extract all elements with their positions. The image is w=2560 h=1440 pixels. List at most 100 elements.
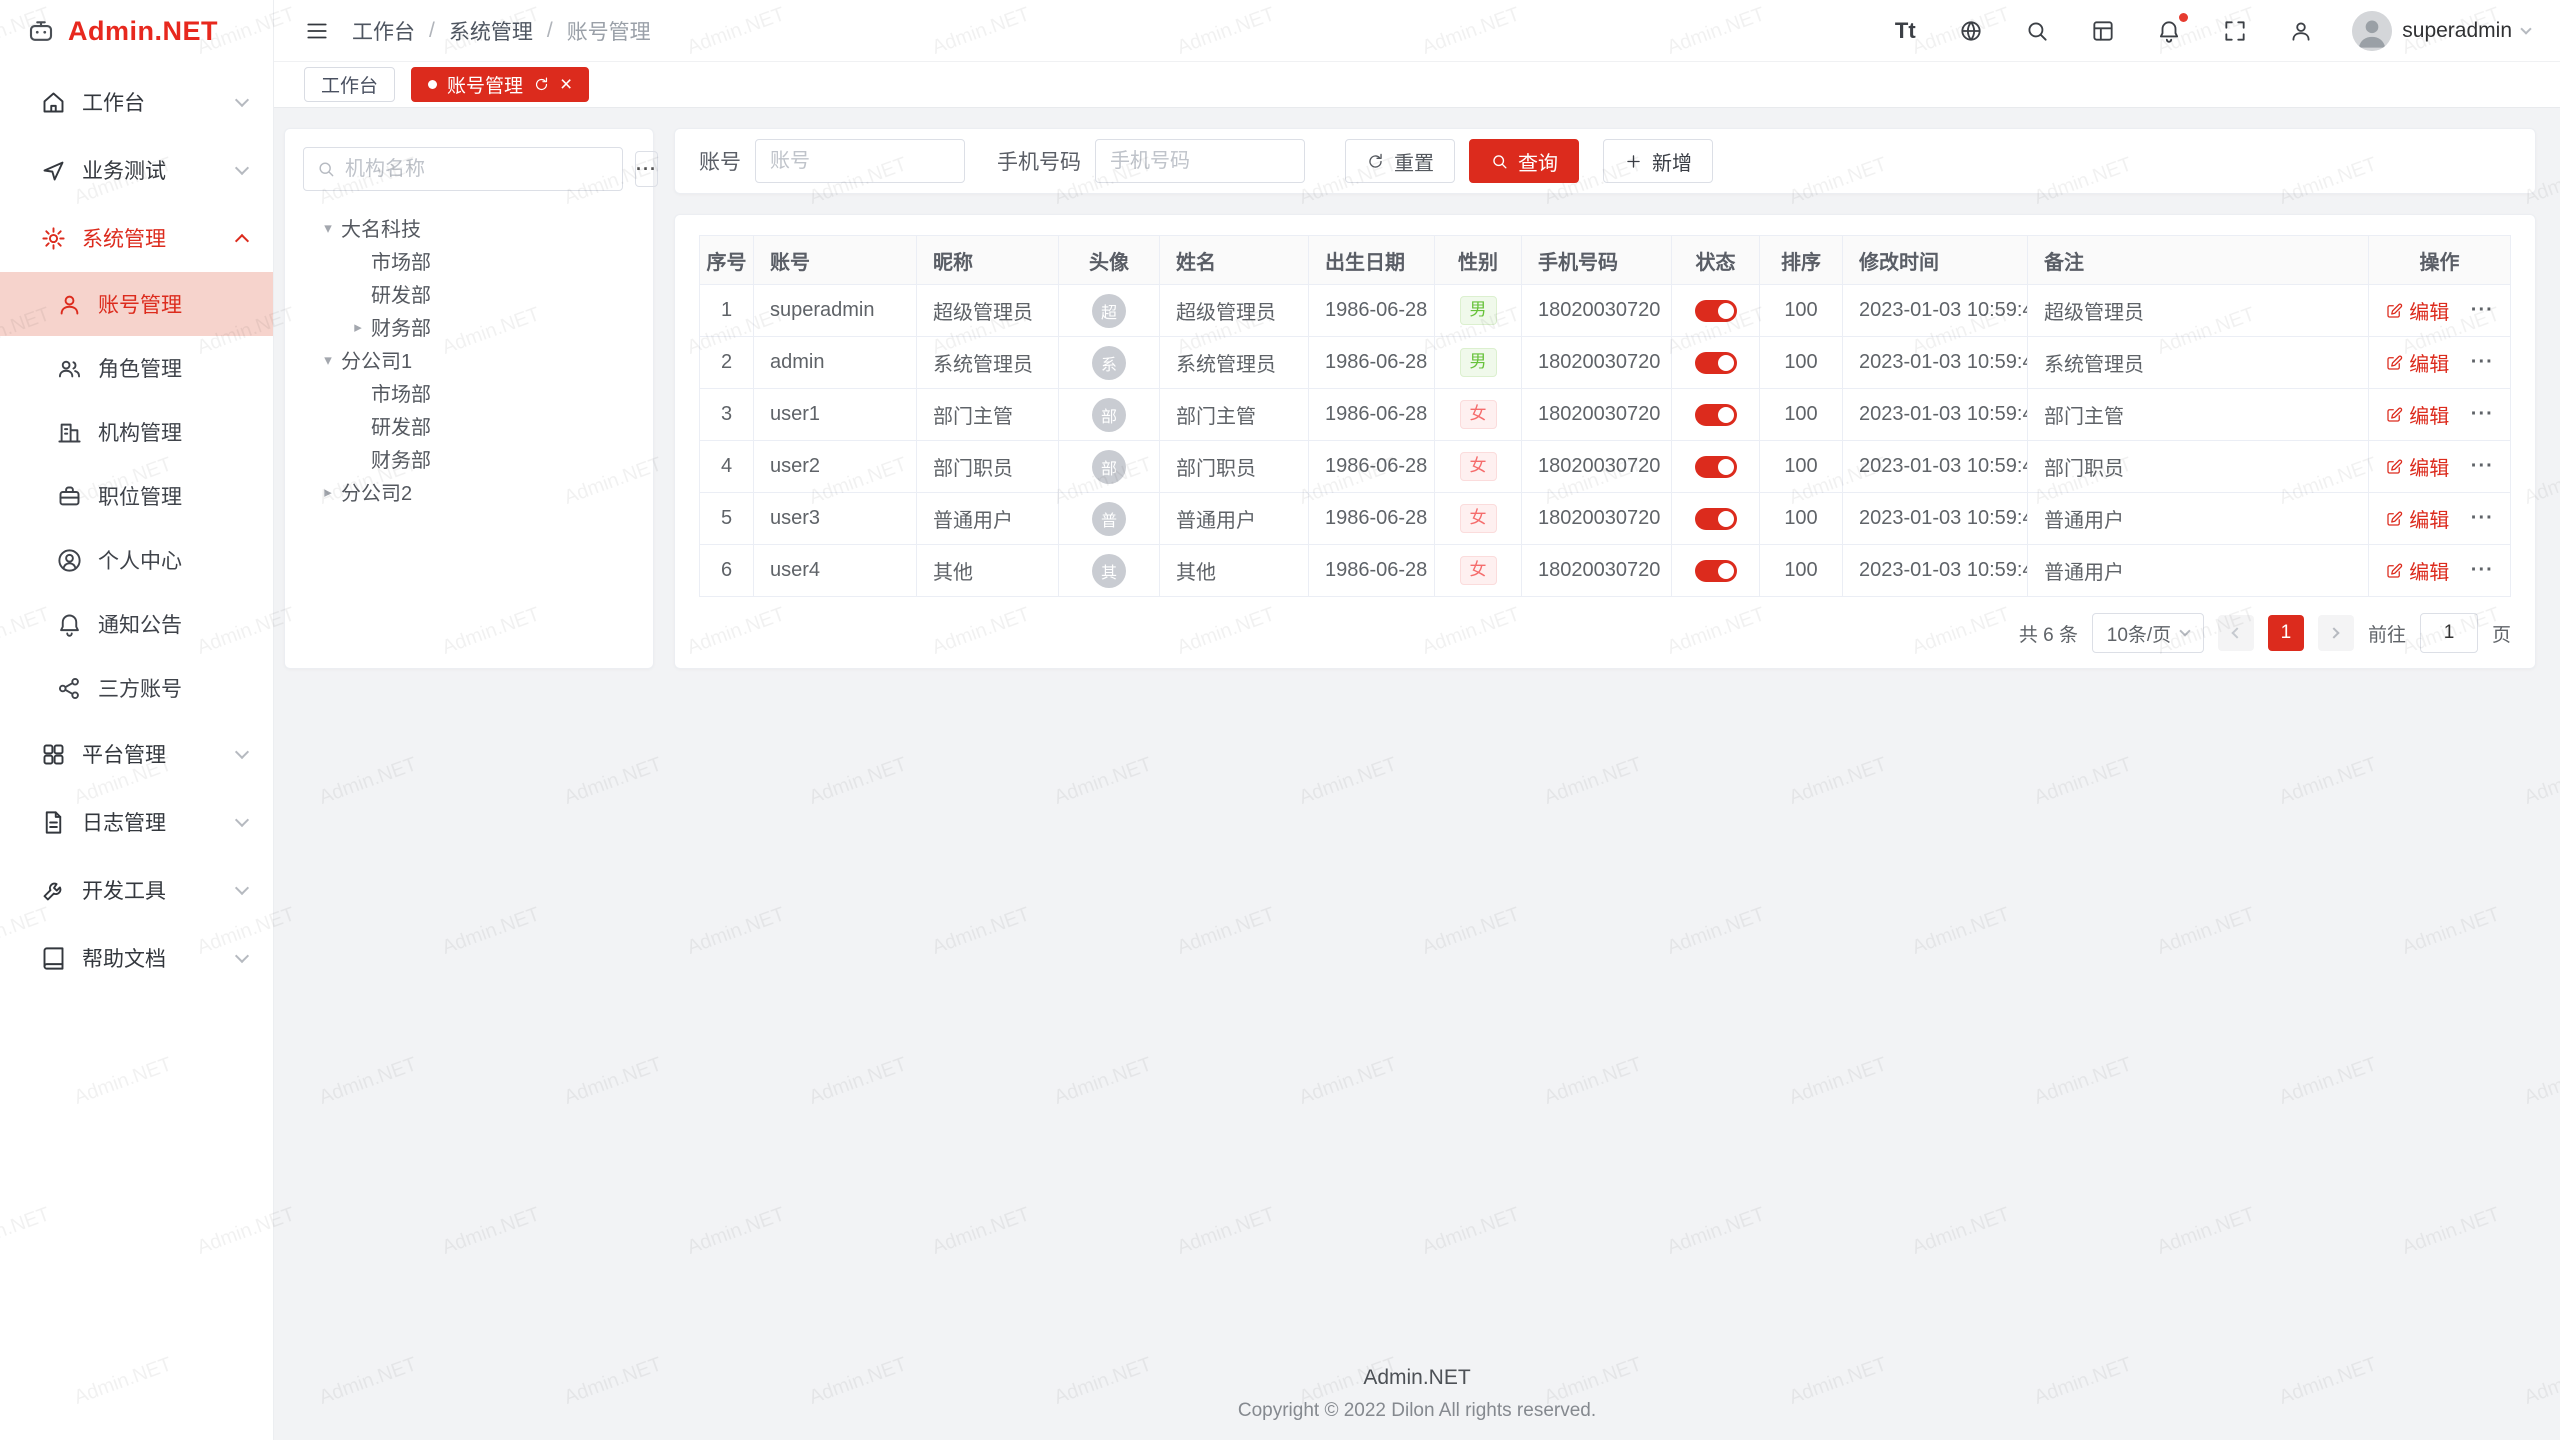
status-toggle[interactable] [1695, 560, 1737, 582]
tab-label: 工作台 [321, 71, 378, 98]
edit-icon [2385, 458, 2403, 476]
prev-page-button[interactable] [2218, 615, 2254, 651]
system-submenu: 账号管理 角色管理 机构管理 职位管理 个人中心 [0, 272, 273, 720]
sidebar-item-workbench[interactable]: 工作台 [0, 68, 273, 136]
profile-icon[interactable] [2286, 16, 2316, 46]
plus-icon [1624, 152, 1643, 171]
sidebar-item-org-management[interactable]: 机构管理 [0, 400, 273, 464]
more-actions-button[interactable]: ··· [2471, 403, 2494, 425]
more-actions-button[interactable]: ··· [2471, 351, 2494, 373]
goto-page-input[interactable] [2420, 613, 2478, 653]
hamburger-menu-icon[interactable] [304, 18, 330, 44]
table-row: 4 user2 部门职员 部 部门职员 1986-06-28 女 1802003… [700, 441, 2511, 493]
next-page-button[interactable] [2318, 615, 2354, 651]
tree-caret-icon[interactable]: ▸ [315, 483, 341, 501]
sidebar-item-position-management[interactable]: 职位管理 [0, 464, 273, 528]
tree-more-button[interactable]: ··· [635, 151, 658, 187]
gender-badge: 男 [1460, 296, 1497, 324]
cell-birthday: 1986-06-28 [1309, 389, 1435, 441]
edit-button[interactable]: 编辑 [2385, 296, 2449, 325]
sidebar-item-dev-tools[interactable]: 开发工具 [0, 856, 273, 924]
edit-button[interactable]: 编辑 [2385, 348, 2449, 377]
tab-account-management[interactable]: 账号管理 × [411, 67, 589, 102]
add-button[interactable]: 新增 [1603, 139, 1713, 183]
cell-phone: 18020030720 [1522, 493, 1672, 545]
tree-node[interactable]: 研发部 [303, 409, 635, 442]
status-toggle[interactable] [1695, 508, 1737, 530]
cell-gender: 女 [1435, 493, 1522, 545]
tree-node-label: 市场部 [371, 378, 431, 407]
cell-account: superadmin [754, 285, 917, 337]
col-name: 姓名 [1160, 236, 1309, 285]
cell-nickname: 超级管理员 [917, 285, 1059, 337]
sidebar-item-business-test[interactable]: 业务测试 [0, 136, 273, 204]
sidebar-item-role-management[interactable]: 角色管理 [0, 336, 273, 400]
sidebar-item-account-management[interactable]: 账号管理 [0, 272, 273, 336]
tree-node[interactable]: 市场部 [303, 376, 635, 409]
edit-button[interactable]: 编辑 [2385, 452, 2449, 481]
globe-icon[interactable] [1956, 16, 1986, 46]
page-size-select[interactable]: 10条/页 [2092, 613, 2204, 653]
tree-caret-icon[interactable]: ▾ [315, 351, 341, 369]
page-number-button[interactable]: 1 [2268, 615, 2304, 651]
sidebar-item-platform-management[interactable]: 平台管理 [0, 720, 273, 788]
table-row: 3 user1 部门主管 部 部门主管 1986-06-28 女 1802003… [700, 389, 2511, 441]
more-actions-button[interactable]: ··· [2471, 455, 2494, 477]
search-icon[interactable] [2022, 16, 2052, 46]
edit-button[interactable]: 编辑 [2385, 400, 2449, 429]
tree-node[interactable]: ▸财务部 [303, 310, 635, 343]
more-actions-button[interactable]: ··· [2471, 507, 2494, 529]
tree-node[interactable]: 研发部 [303, 277, 635, 310]
org-search-input[interactable] [345, 158, 610, 181]
status-toggle[interactable] [1695, 404, 1737, 426]
layout-theme-icon[interactable] [2088, 16, 2118, 46]
close-icon[interactable]: × [560, 74, 572, 95]
status-toggle[interactable] [1695, 300, 1737, 322]
sidebar-item-label: 日志管理 [82, 807, 166, 837]
notification-bell-icon[interactable] [2154, 16, 2184, 46]
reset-button[interactable]: 重置 [1345, 139, 1455, 183]
table-row: 1 superadmin 超级管理员 超 超级管理员 1986-06-28 男 … [700, 285, 2511, 337]
sidebar-item-label: 平台管理 [82, 739, 166, 769]
sidebar-item-system-management[interactable]: 系统管理 [0, 204, 273, 272]
sidebar-item-notice[interactable]: 通知公告 [0, 592, 273, 656]
tree-node[interactable]: ▾大名科技 [303, 211, 635, 244]
refresh-icon[interactable] [533, 76, 550, 93]
search-button[interactable]: 查询 [1469, 139, 1579, 183]
status-toggle[interactable] [1695, 352, 1737, 374]
cell-nickname: 部门主管 [917, 389, 1059, 441]
cell-index: 4 [700, 441, 754, 493]
tree-caret-icon[interactable]: ▾ [315, 219, 341, 237]
more-actions-button[interactable]: ··· [2471, 559, 2494, 581]
more-actions-button[interactable]: ··· [2471, 299, 2494, 321]
sidebar-item-log-management[interactable]: 日志管理 [0, 788, 273, 856]
breadcrumb-item[interactable]: 工作台 [352, 16, 415, 46]
edit-label: 编辑 [2409, 452, 2449, 481]
sidebar-item-help-docs[interactable]: 帮助文档 [0, 924, 273, 992]
tree-node[interactable]: ▸分公司2 [303, 475, 635, 508]
fullscreen-icon[interactable] [2220, 16, 2250, 46]
cell-remark: 普通用户 [2028, 493, 2369, 545]
table-header-row: 序号 账号 昵称 头像 姓名 出生日期 性别 手机号码 状态 排序 修改时间 [700, 236, 2511, 285]
cell-order: 100 [1760, 441, 1843, 493]
edit-button[interactable]: 编辑 [2385, 504, 2449, 533]
tree-node[interactable]: 财务部 [303, 442, 635, 475]
cell-birthday: 1986-06-28 [1309, 337, 1435, 389]
phone-input[interactable] [1095, 139, 1305, 183]
breadcrumb-item[interactable]: 系统管理 [449, 16, 533, 46]
font-size-icon[interactable]: Tt [1890, 16, 1920, 46]
tree-node[interactable]: ▾分公司1 [303, 343, 635, 376]
sidebar-item-third-party-account[interactable]: 三方账号 [0, 656, 273, 720]
cell-avatar: 系 [1059, 337, 1160, 389]
sidebar-item-personal-center[interactable]: 个人中心 [0, 528, 273, 592]
status-toggle[interactable] [1695, 456, 1737, 478]
edit-button[interactable]: 编辑 [2385, 556, 2449, 585]
tab-workbench[interactable]: 工作台 [304, 67, 395, 102]
tree-node-label: 分公司2 [341, 477, 412, 506]
account-input[interactable] [755, 139, 965, 183]
tree-node[interactable]: 市场部 [303, 244, 635, 277]
user-menu[interactable]: superadmin [2352, 11, 2530, 51]
chevron-down-icon [2520, 23, 2531, 34]
page-footer: Admin.NET Copyright © 2022 Dilon All rig… [274, 1366, 2560, 1422]
tree-caret-icon[interactable]: ▸ [345, 318, 371, 336]
